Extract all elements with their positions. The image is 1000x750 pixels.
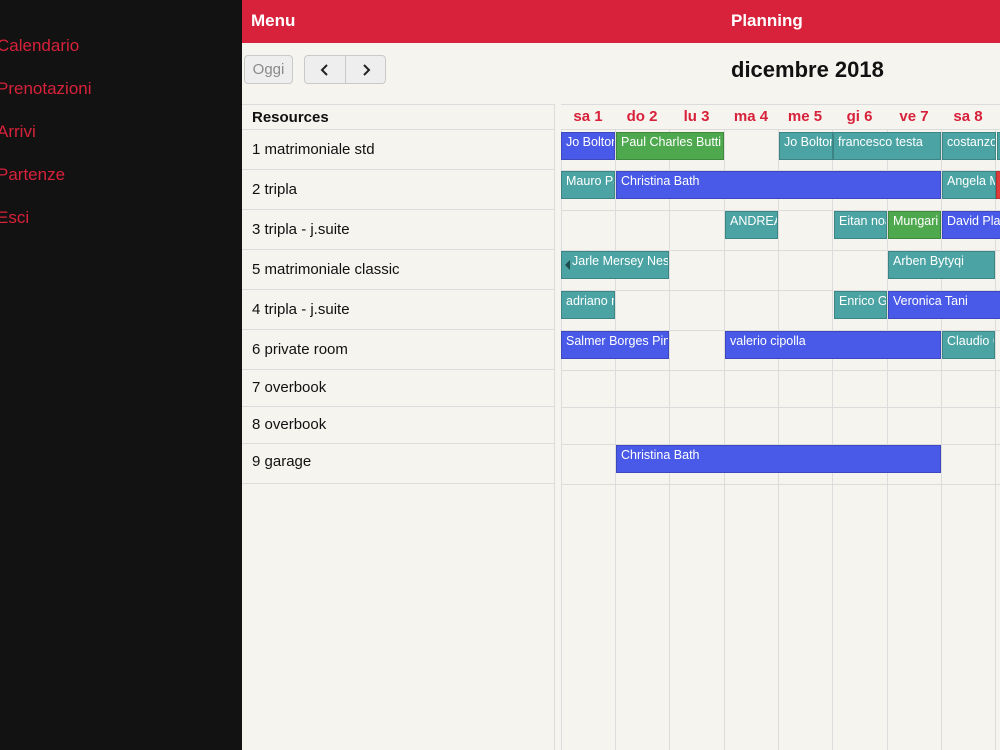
booking-event[interactable]: Mauro Pa [561, 171, 615, 199]
day-header: sa 1 [561, 104, 615, 130]
page-title: Planning [731, 11, 803, 30]
booking-event[interactable] [996, 171, 1000, 199]
resource-label: 4 tripla - j.suite [252, 301, 350, 318]
resource-row: 8 overbook [242, 407, 555, 444]
calendar-toolbar: Oggi dicembre 2018 [242, 43, 1000, 104]
booking-event[interactable]: Christina Bath [616, 171, 941, 199]
grid-line [832, 130, 833, 750]
booking-event[interactable]: francesco testa [833, 132, 941, 160]
booking-event[interactable]: Jo Bolton [561, 132, 615, 160]
day-header: ve 7 [887, 104, 941, 130]
resource-row: 4 tripla - j.suite [242, 290, 555, 330]
chevron-right-icon [363, 63, 371, 76]
booking-event[interactable]: Eitan noa [834, 211, 887, 239]
grid-line [615, 130, 616, 750]
sidebar-item-arrivi[interactable]: Arrivi [0, 122, 36, 142]
booking-event[interactable]: Jarle Mersey Ness [561, 251, 669, 279]
day-header: me 5 [778, 104, 832, 130]
booking-event[interactable]: Veronica Tani [888, 291, 1000, 319]
booking-event[interactable]: Paul Charles Butti [616, 132, 724, 160]
grid-line [561, 130, 562, 750]
resource-label: 8 overbook [252, 416, 327, 433]
resource-label: 3 tripla - j.suite [252, 221, 350, 238]
resources-column: 1 matrimoniale std 2 tripla 3 tripla - j… [242, 130, 555, 750]
menu-button[interactable]: Menu [251, 11, 295, 31]
prev-button[interactable] [305, 56, 345, 83]
grid-line [669, 130, 670, 750]
continuation-arrow-icon [565, 260, 570, 270]
resource-label: 1 matrimoniale std [252, 141, 375, 158]
booking-event[interactable]: valerio cipolla [725, 331, 941, 359]
booking-event[interactable]: Jo Bolton [779, 132, 833, 160]
grid-line [561, 370, 1000, 371]
days-area: sa 1 do 2 lu 3 ma 4 me 5 gi 6 ve 7 sa 8 … [561, 104, 1000, 750]
resource-row: 2 tripla [242, 170, 555, 210]
booking-event[interactable]: costanzo [942, 132, 996, 160]
resource-row: 1 matrimoniale std [242, 130, 555, 170]
today-button[interactable]: Oggi [244, 55, 293, 84]
resources-header: Resources [242, 104, 555, 130]
planning-grid: Resources 1 matrimoniale std 2 tripla 3 … [242, 104, 1000, 750]
resource-label: 6 private room [252, 341, 348, 358]
day-header: lu 3 [669, 104, 724, 130]
day-header: ma 4 [724, 104, 778, 130]
chevron-left-icon [320, 63, 328, 76]
resource-row: 3 tripla - j.suite [242, 210, 555, 250]
sidebar-item-esci[interactable]: Esci [0, 208, 29, 228]
booking-event[interactable]: ANDREA [725, 211, 778, 239]
resource-label: 7 overbook [252, 379, 327, 396]
resource-label: 9 garage [252, 453, 312, 470]
booking-event[interactable]: Salmer Borges Pin [561, 331, 669, 359]
resource-label: 5 matrimoniale classic [252, 261, 400, 278]
resource-row: 9 garage [242, 444, 555, 484]
booking-event[interactable]: Angela M [942, 171, 996, 199]
grid-line [778, 130, 779, 750]
booking-event[interactable]: Mungari [888, 211, 941, 239]
grid-line [561, 407, 1000, 408]
booking-event[interactable]: Christina Bath [616, 445, 941, 473]
resource-row: 6 private room [242, 330, 555, 370]
sidebar: Calendario Prenotazioni Arrivi Partenze … [0, 0, 242, 750]
sidebar-item-calendario[interactable]: Calendario [0, 36, 79, 56]
top-bar: Menu Planning [242, 0, 1000, 43]
grid-line [561, 484, 1000, 485]
day-header [995, 104, 1000, 130]
day-header: sa 8 [941, 104, 995, 130]
month-title: dicembre 2018 [731, 57, 884, 82]
resources-header-label: Resources [252, 109, 329, 126]
day-header: do 2 [615, 104, 669, 130]
booking-event[interactable]: Arben Bytyqi [888, 251, 995, 279]
booking-event[interactable]: Enrico G [834, 291, 887, 319]
day-header: gi 6 [832, 104, 887, 130]
booking-event[interactable]: adriano r [561, 291, 615, 319]
resource-row: 7 overbook [242, 370, 555, 407]
nav-button-group [304, 55, 386, 84]
resource-label: 2 tripla [252, 181, 298, 198]
booking-event-label: Jarle Mersey Ness [572, 254, 669, 268]
resource-row: 5 matrimoniale classic [242, 250, 555, 290]
booking-event[interactable]: David Pla [942, 211, 1000, 239]
sidebar-item-partenze[interactable]: Partenze [0, 165, 65, 185]
sidebar-item-prenotazioni[interactable]: Prenotazioni [0, 79, 92, 99]
booking-event[interactable]: Claudio C [942, 331, 995, 359]
next-button[interactable] [346, 56, 385, 83]
